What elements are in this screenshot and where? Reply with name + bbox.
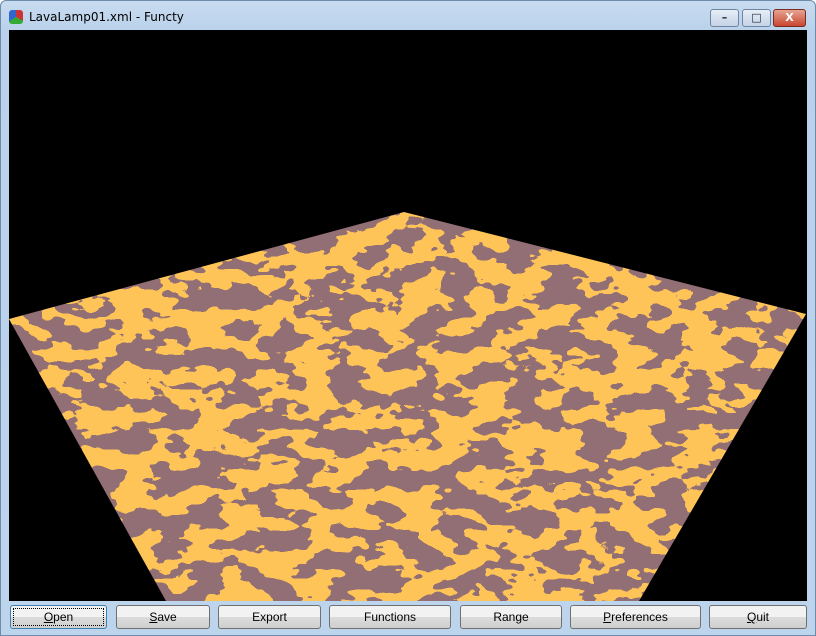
button-bar: Open Save Export Functions Range Prefere…	[1, 605, 816, 631]
preferences-button[interactable]: Preferences	[570, 605, 701, 629]
maximize-icon: □	[751, 11, 762, 24]
3d-viewport[interactable]	[9, 30, 807, 601]
functions-button[interactable]: Functions	[329, 605, 451, 629]
lava-surface-render	[9, 212, 806, 601]
save-label: Save	[149, 610, 177, 624]
minimize-button[interactable]: –	[710, 9, 739, 27]
quit-label: Quit	[746, 610, 770, 624]
open-label: Open	[43, 610, 74, 624]
open-button[interactable]: Open	[10, 605, 107, 629]
close-button[interactable]: X	[773, 9, 806, 27]
export-label: Export	[252, 610, 287, 624]
window-title: LavaLamp01.xml - Functy	[29, 10, 184, 24]
save-button[interactable]: Save	[116, 605, 210, 629]
range-button[interactable]: Range	[460, 605, 562, 629]
functions-label: Functions	[363, 610, 417, 624]
lava-plane	[9, 212, 806, 601]
maximize-button[interactable]: □	[742, 9, 771, 27]
preferences-accel: P	[603, 610, 612, 624]
functy-app-icon	[9, 10, 23, 24]
preferences-label: references	[611, 610, 668, 624]
title-bar[interactable]: LavaLamp01.xml - Functy – □ X	[1, 1, 815, 31]
close-icon: X	[785, 11, 794, 24]
export-button[interactable]: Export	[218, 605, 321, 629]
range-label: Range	[493, 610, 529, 624]
quit-button[interactable]: Quit	[709, 605, 807, 629]
minimize-icon: –	[721, 11, 728, 24]
app-window: LavaLamp01.xml - Functy – □ X Open Save …	[0, 0, 816, 636]
